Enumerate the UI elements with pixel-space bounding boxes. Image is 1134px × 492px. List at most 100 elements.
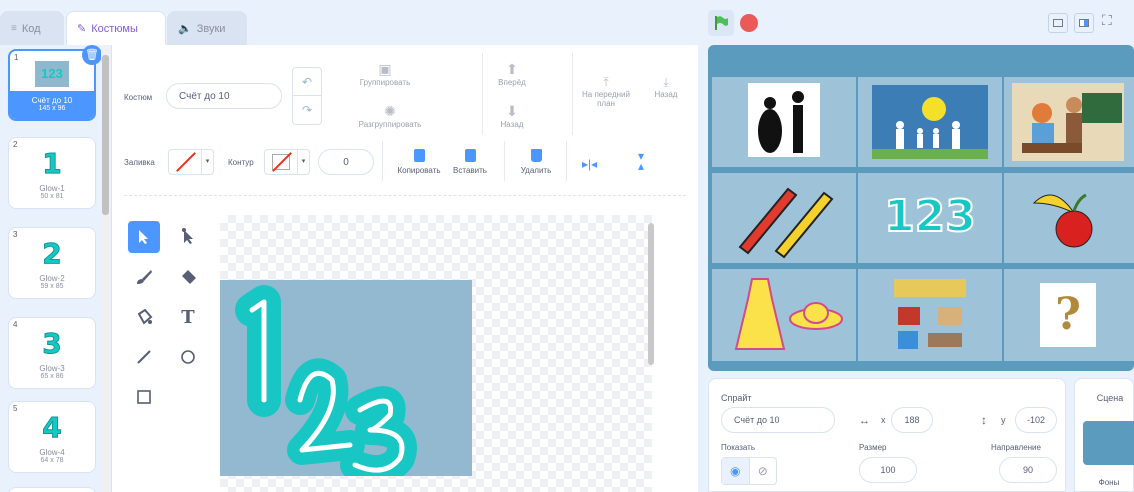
line-icon (137, 350, 151, 364)
line-tool[interactable] (128, 341, 160, 373)
costume-item-5[interactable]: 5 4 Glow-4 64 x 78 (8, 401, 96, 473)
circle-icon (181, 350, 195, 364)
fullscreen-icon[interactable]: ⛶ (1102, 12, 1124, 34)
tab-costumes-label: Костюмы (91, 22, 138, 35)
costume-size: 59 x 85 (40, 283, 64, 290)
x-input[interactable]: 188 (891, 407, 933, 433)
tab-code[interactable]: ≡ Код (0, 11, 64, 45)
fruit-image (1032, 193, 1093, 248)
outline-width-input[interactable]: 0 (318, 149, 374, 175)
costume-item-2[interactable]: 2 1 Glow-1 50 x 81 (8, 137, 96, 209)
costume-name: Glow-2 (39, 274, 65, 283)
costume-name: Glow-3 (39, 364, 65, 373)
ungroup-button[interactable]: ✺ Разгруппировать (350, 103, 430, 129)
stage-tile-pencils (712, 173, 856, 263)
fill-label: Заливка (124, 158, 155, 167)
large-stage-icon (1079, 19, 1089, 27)
stage-tile-question: ? (1004, 269, 1134, 361)
text-t-icon: T (181, 306, 195, 328)
small-stage-icon (1053, 19, 1063, 27)
backward-button[interactable]: ⬇ Назад (490, 103, 534, 129)
eye-visible-icon[interactable]: ◉ (722, 458, 749, 484)
stop-button[interactable] (740, 14, 758, 32)
flip-horizontal-icon[interactable]: ▸|◂ (582, 157, 597, 171)
to-back-button[interactable]: ⤓ Назад (646, 75, 686, 99)
pencils-image (738, 187, 834, 259)
stage-tile-furniture (858, 269, 1002, 361)
y-input[interactable]: -102 (1015, 407, 1057, 433)
drawing-canvas[interactable] (220, 215, 652, 492)
y-label: y (1001, 415, 1006, 425)
delete-button[interactable]: Удалить (514, 149, 558, 175)
visibility-toggle[interactable]: ◉ ⊘ (721, 457, 777, 485)
eraser-tool[interactable] (172, 261, 204, 293)
stage-header: ⛶ (698, 0, 1134, 45)
costume-number: 1 (14, 53, 19, 62)
delete-costume-icon[interactable]: 🗑 (82, 45, 102, 65)
costume-size: 64 x 78 (40, 457, 64, 464)
speaker-icon: 🔈 (178, 23, 192, 35)
canvas-scrollbar[interactable] (648, 223, 654, 365)
copy-button[interactable]: Копировать (394, 149, 444, 175)
to-front-label: На передний план (582, 90, 630, 108)
paint-bucket-icon (137, 309, 153, 325)
dropdown-arrow-icon: ▾ (201, 150, 213, 174)
size-input[interactable]: 100 (859, 457, 917, 483)
furniture-image (894, 279, 966, 349)
costume-thumbnail: 4 (42, 411, 62, 444)
no-outline-swatch (265, 150, 297, 174)
costume-name: Glow-4 (39, 448, 65, 457)
costume-item-3[interactable]: 3 2 Glow-2 59 x 85 (8, 227, 96, 299)
delete-label: Удалить (520, 166, 552, 175)
direction-input[interactable]: 90 (999, 457, 1057, 483)
stage-tile-silhouettes (712, 77, 856, 167)
flip-vertical-icon[interactable]: ▾ ▴ (638, 150, 644, 172)
outline-color-picker[interactable]: ▾ (264, 149, 310, 175)
brush-icon: ✎ (77, 23, 87, 35)
forward-label: Вперёд (498, 78, 526, 87)
brush-tool[interactable] (128, 261, 160, 293)
eye-hidden-icon[interactable]: ⊘ (748, 458, 777, 484)
costume-item-6[interactable] (8, 487, 96, 492)
reshape-tool[interactable] (172, 221, 204, 253)
stage[interactable]: 123 ? (708, 45, 1134, 371)
backward-icon: ⬇ (506, 103, 518, 119)
costume-size: 65 x 86 (40, 373, 64, 380)
question-mark-icon: ? (1040, 283, 1096, 347)
stage-tile-clothes (712, 269, 856, 361)
large-stage-button[interactable] (1074, 13, 1094, 33)
to-front-button[interactable]: ⤒ На передний план (580, 75, 632, 108)
numbers-123-graphic (235, 285, 417, 486)
numbers-sprite[interactable]: 123 (858, 190, 1002, 243)
group-button[interactable]: ▣ Группировать (350, 61, 420, 87)
copy-label: Копировать (397, 166, 441, 175)
rectangle-tool[interactable] (128, 381, 160, 413)
text-tool[interactable]: T (172, 301, 204, 333)
costume-name-input[interactable]: Счёт до 10 (166, 83, 282, 109)
direction-label: Направление (991, 443, 1041, 452)
redo-icon[interactable]: ↷ (293, 96, 321, 124)
forward-icon: ⬆ (506, 61, 518, 77)
dress-hat-image (734, 278, 843, 350)
select-tool[interactable] (128, 221, 160, 253)
costume-item-4[interactable]: 4 3 Glow-3 65 x 86 (8, 317, 96, 389)
fill-color-picker[interactable]: ▾ (168, 149, 214, 175)
paste-button[interactable]: Вставить (448, 149, 492, 175)
tab-sounds[interactable]: 🔈 Звуки (167, 11, 247, 45)
green-flag-button[interactable] (708, 10, 734, 36)
fill-tool[interactable] (128, 301, 160, 333)
green-flag-icon (715, 16, 728, 30)
stage-target-panel[interactable]: Сцена Фоны (1074, 378, 1134, 492)
costume-list-scrollbar[interactable] (101, 45, 110, 492)
undo-redo-group: ↶ ↷ (292, 67, 322, 125)
group-label: Группировать (359, 78, 411, 87)
costume-item-1[interactable]: 1 123 Счёт до 10 145 x 96 🗑 (8, 45, 102, 121)
tab-costumes[interactable]: ✎ Костюмы (66, 11, 166, 45)
forward-button[interactable]: ⬆ Вперёд (490, 61, 534, 87)
small-stage-button[interactable] (1048, 13, 1068, 33)
circle-tool[interactable] (172, 341, 204, 373)
backdrops-label: Фоны (1098, 478, 1120, 487)
sprite-label: Спрайт (721, 393, 752, 403)
sprite-name-input[interactable]: Счёт до 10 (721, 407, 835, 433)
undo-icon[interactable]: ↶ (293, 68, 321, 96)
